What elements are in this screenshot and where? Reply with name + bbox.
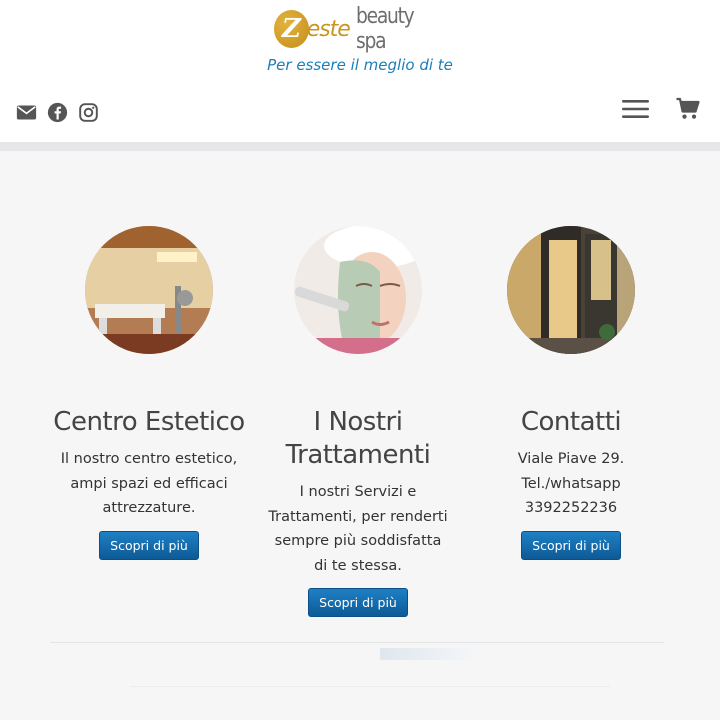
section-divider-lower [130, 686, 610, 687]
column-text: Viale Piave 29. Tel./whatsapp 3392252236 [461, 447, 681, 521]
column-title: Contatti [520, 407, 622, 437]
instagram-icon[interactable] [78, 102, 99, 123]
scopri-button-trattamenti[interactable]: Scopri di più [308, 588, 408, 617]
facebook-icon[interactable] [47, 102, 68, 123]
column-text: I nostri Servizi e Trattamenti, per rend… [268, 484, 448, 574]
tagline: Per essere il meglio di te [267, 56, 453, 74]
logo-beauty-spa-text: beauty spa [355, 4, 415, 54]
column-centro-estetico: Centro Estetico Il nostro centro estetic… [39, 226, 259, 560]
column-text: Il nostro centro estetico, ampi spazi ed… [60, 451, 238, 516]
header-separator [0, 142, 720, 151]
logo-badge: Z [274, 10, 309, 48]
site-logo[interactable]: Z este beauty spa [274, 4, 454, 54]
column-contatti: Contatti Viale Piave 29. Tel./whatsapp 3… [461, 226, 681, 560]
social-links [16, 102, 99, 123]
hamburger-menu-icon[interactable] [622, 98, 649, 120]
section-divider [50, 642, 664, 643]
column-title: Centro Estetico [53, 407, 245, 437]
salon-room-photo [85, 226, 213, 354]
phone-label: Tel./whatsapp [521, 475, 621, 492]
scopri-button-centro[interactable]: Scopri di più [99, 530, 199, 560]
envelope-icon[interactable] [16, 102, 37, 123]
site-header: Z este beauty spa Per essere il meglio d… [0, 0, 720, 142]
scopri-button-contatti[interactable]: Scopri di più [521, 530, 621, 560]
phone-number[interactable]: 3392252236 [525, 500, 617, 516]
cart-icon[interactable] [676, 97, 700, 121]
address-line: Viale Piave 29. [517, 451, 625, 467]
column-trattamenti: I Nostri Trattamenti I nostri Servizi e … [249, 226, 467, 617]
facial-treatment-photo [294, 226, 422, 354]
logo-este-text: este [306, 16, 351, 42]
partial-element [380, 648, 472, 660]
column-title: I Nostri Trattamenti [285, 407, 431, 470]
spa-entrance-photo [507, 226, 635, 354]
